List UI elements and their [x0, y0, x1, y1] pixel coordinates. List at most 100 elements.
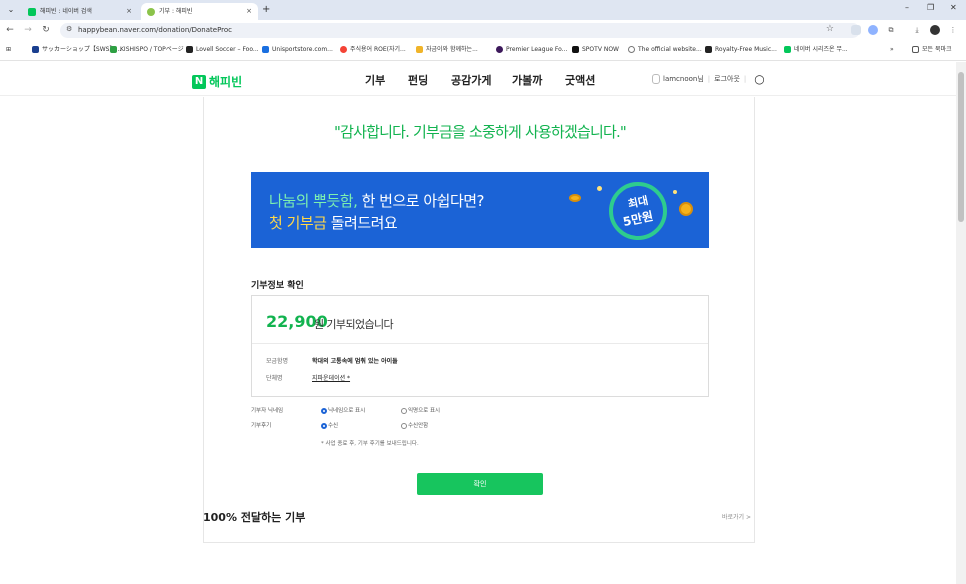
confirm-button[interactable]: 확인 [417, 473, 543, 495]
new-tab-button[interactable]: + [262, 3, 270, 17]
divider: | [707, 75, 711, 83]
radio-show-nickname[interactable]: 닉네임으로 표시 [321, 407, 365, 416]
bookmarks-bar: ⊞ サッカーショップ【SWS】... KISHISPO / TOPページ Lov… [0, 41, 966, 61]
organization-label: 단체명 [266, 375, 283, 382]
bookmark-favicon-icon [784, 46, 791, 53]
bookmark-item[interactable]: The official website... [628, 45, 702, 55]
bookmark-favicon-icon [340, 46, 347, 53]
section-title: 기부정보 확인 [251, 281, 304, 291]
browser-tab-bar: ⌄ 해피빈 : 네이버 검색 × 기부 : 해피빈 × + – ❐ ✕ [0, 0, 966, 20]
restore-button[interactable]: ❐ [927, 3, 934, 12]
tab-close-icon[interactable]: × [246, 3, 252, 20]
user-avatar-icon[interactable] [652, 74, 660, 84]
donation-info-box: 22,900 원 기부되었습니다 모금함명 학대의 고통속에 멈춰 있는 아이들… [251, 295, 709, 397]
bookmark-favicon-icon [628, 46, 635, 53]
radio-receive[interactable]: 수신 [321, 422, 338, 431]
url-text[interactable]: happybean.naver.com/donation/DonateProc [78, 25, 232, 36]
tab-search-icon[interactable]: ⌄ [4, 4, 18, 16]
site-header: N 해피빈 기부 펀딩 공감가게 가볼까 굿액션 lamcnoon님 | 로그아웃 | ○ [0, 62, 956, 96]
bookmark-item[interactable]: Unisportstore.com... [262, 45, 333, 55]
extensions-puzzle-icon[interactable]: ⧉ [886, 25, 896, 35]
banner-line2: 첫 기부금 돌려드려요 [269, 214, 398, 232]
tab-close-icon[interactable]: × [126, 3, 132, 20]
sparkle-icon [673, 190, 677, 194]
nav-donation[interactable]: 기부 [365, 72, 385, 88]
apps-grid-icon[interactable]: ⊞ [6, 45, 11, 55]
page-viewport: N 해피빈 기부 펀딩 공감가게 가볼까 굿액션 lamcnoon님 | 로그아웃 | ○… [0, 62, 956, 584]
nickname-option-row: 기부자 닉네임 닉네임으로 표시 익명으로 표시 [251, 407, 440, 416]
browser-menu-icon[interactable]: ⋮ [948, 25, 958, 35]
bookmark-item[interactable]: サッカーショップ【SWS】... [32, 45, 121, 55]
banner-line1: 나눔의 뿌듯함, 한 번으로 아쉽다면? [269, 192, 485, 210]
forward-icon[interactable]: → [22, 24, 34, 36]
tab-naver-search[interactable]: 해피빈 : 네이버 검색 × [22, 3, 138, 20]
happybean-logo[interactable]: N 해피빈 [192, 71, 242, 89]
donation-complete-card: "감사합니다. 기부금을 소중하게 사용하겠습니다." 나눔의 뿌듯함, 한 번… [203, 97, 755, 543]
radio-checked-icon [321, 407, 327, 414]
radio-anonymous[interactable]: 익명으로 표시 [401, 407, 440, 416]
bookmark-item[interactable]: SPOTV NOW [572, 45, 619, 55]
bookmark-star-icon[interactable]: ☆ [826, 24, 834, 34]
nav-funding[interactable]: 펀딩 [408, 72, 428, 88]
fundraiser-name: 학대의 고통속에 멈춰 있는 아이들 [312, 358, 398, 365]
logout-link[interactable]: 로그아웃 [714, 75, 740, 83]
site-info-icon[interactable]: ⚙ [66, 25, 72, 33]
tab-happybean[interactable]: 기부 : 해피빈 × [141, 3, 258, 20]
nav-visit[interactable]: 가볼까 [512, 72, 542, 88]
scrollbar-thumb[interactable] [958, 72, 964, 222]
first-donation-banner[interactable]: 나눔의 뿌듯함, 한 번으로 아쉽다면? 첫 기부금 돌려드려요 최대 5만원 [251, 172, 709, 248]
radio-unchecked-icon [401, 422, 407, 429]
bookmark-item[interactable]: KISHISPO / TOPページ [110, 45, 184, 55]
bookmarks-more-button[interactable]: » [890, 45, 894, 55]
bookmark-item[interactable]: Royalty-Free Music... [705, 45, 777, 55]
bookmark-favicon-icon [496, 46, 503, 53]
tab-label: 기부 : 해피빈 [159, 8, 193, 15]
max-reward-badge: 최대 5만원 [609, 182, 667, 240]
reload-icon[interactable]: ↻ [40, 24, 52, 36]
review-label: 기부후기 [251, 423, 272, 429]
nav-store[interactable]: 공감가게 [451, 72, 491, 88]
bookmark-favicon-icon [705, 46, 712, 53]
extension-icon[interactable] [868, 25, 878, 35]
radio-unchecked-icon [401, 407, 407, 414]
radio-not-receive[interactable]: 수신안함 [401, 422, 428, 431]
all-bookmarks-folder[interactable]: 모든 북마크 [912, 45, 952, 55]
organization-link[interactable]: 지파운데이션 * [312, 374, 350, 384]
bookmark-item[interactable]: 네이버 시리즈온 무... [784, 45, 848, 55]
address-toolbar: ← → ↻ ⚙ happybean.naver.com/donation/Don… [0, 20, 966, 41]
organization-row: 단체명 지파운데이션 * [266, 374, 350, 384]
bookmark-item[interactable]: Premier League Fo... [496, 45, 567, 55]
bookmark-favicon-icon [32, 46, 39, 53]
naver-favicon-icon [28, 7, 36, 16]
donation-amount-suffix: 원 기부되었습니다 [314, 318, 394, 331]
fundraiser-row: 모금함명 학대의 고통속에 멈춰 있는 아이들 [266, 357, 398, 367]
full-delivery-section-title: 100% 전달하는 기부 [203, 511, 306, 524]
naver-n-icon: N [192, 74, 206, 89]
back-icon[interactable]: ← [4, 24, 16, 36]
user-name[interactable]: lamcnoon님 [663, 75, 704, 83]
bookmark-item[interactable]: 주식용어 ROE(자기... [340, 45, 406, 55]
bookmark-favicon-icon [572, 46, 579, 53]
window-close-button[interactable]: ✕ [950, 3, 957, 12]
tab-label: 해피빈 : 네이버 검색 [40, 8, 92, 15]
url-bar[interactable]: ⚙ happybean.naver.com/donation/DonatePro… [60, 23, 860, 38]
bookmark-item[interactable]: 자금이와 함께하는... [416, 45, 478, 55]
thanks-message: "감사합니다. 기부금을 소중하게 사용하겠습니다." [333, 123, 627, 141]
coin-icon [569, 194, 581, 202]
nav-good-action[interactable]: 굿액션 [565, 72, 595, 88]
review-option-row: 기부후기 수신 수신안함 [251, 422, 428, 431]
folder-icon [912, 46, 919, 53]
download-icon[interactable]: ⤓ [912, 25, 922, 35]
full-delivery-link[interactable]: 바로가기 > [722, 512, 751, 521]
minimize-button[interactable]: – [905, 3, 909, 12]
bookmark-favicon-icon [110, 46, 117, 53]
user-area: lamcnoon님 | 로그아웃 | ○ [652, 72, 765, 86]
extension-icon[interactable] [851, 25, 861, 35]
search-icon[interactable]: ○ [754, 72, 764, 86]
sparkle-icon [597, 186, 602, 191]
happybean-favicon-icon [147, 7, 155, 16]
profile-avatar-icon[interactable] [930, 25, 940, 35]
bookmark-item[interactable]: Lovell Soccer – Foo... [186, 45, 259, 55]
radio-checked-icon [321, 422, 327, 429]
page-scrollbar[interactable] [956, 62, 966, 584]
